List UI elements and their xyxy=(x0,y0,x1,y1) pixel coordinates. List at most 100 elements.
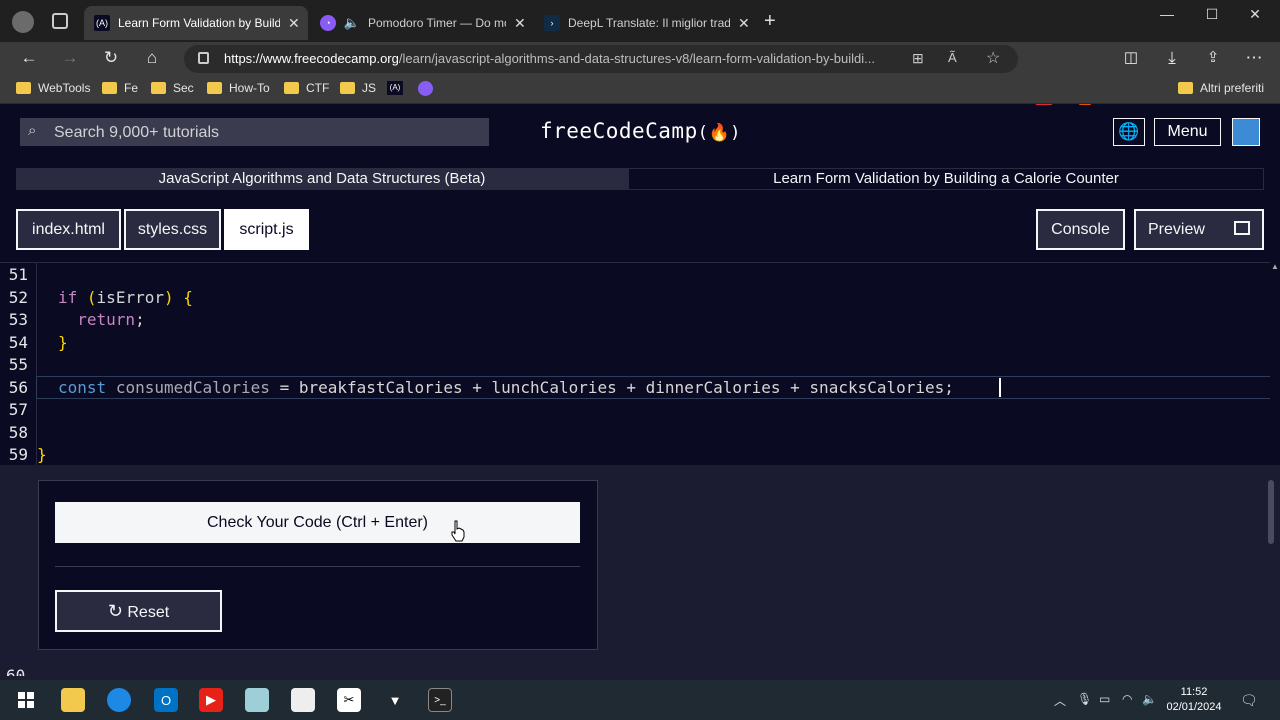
edge-icon[interactable] xyxy=(107,688,131,712)
gitlab-icon[interactable]: ▼ xyxy=(383,688,407,712)
gutter-divider xyxy=(36,263,37,466)
avatar[interactable] xyxy=(1232,118,1260,146)
line-number: 59 xyxy=(8,445,28,464)
terminal-icon[interactable]: >_ xyxy=(428,688,452,712)
breadcrumb-project[interactable]: Learn Form Validation by Building a Calo… xyxy=(628,168,1264,190)
bookmarks-bar: WebTools Fe Sec How-To CTF JS (A) Altri … xyxy=(0,74,1280,104)
reset-button[interactable]: ↻ Reset xyxy=(55,590,222,632)
back-icon[interactable]: ← xyxy=(17,46,41,70)
file-icon[interactable] xyxy=(291,688,315,712)
line-number: 53 xyxy=(8,310,28,329)
profile-avatar[interactable] xyxy=(12,11,34,33)
bookmark-freecodecamp[interactable]: (A) xyxy=(387,81,403,95)
reload-icon[interactable]: ↻ xyxy=(99,46,123,70)
bookmark-how-to[interactable]: How-To xyxy=(207,81,270,95)
folder-icon xyxy=(207,82,222,94)
popout-icon[interactable] xyxy=(1234,221,1250,235)
code-line-59: } xyxy=(37,445,47,464)
line-number: 54 xyxy=(8,333,28,352)
editor-scrollbar[interactable]: ▲ xyxy=(1270,262,1280,465)
battery-icon[interactable]: ▭ xyxy=(1099,692,1110,706)
console-button[interactable]: Console xyxy=(1036,209,1125,250)
forward-icon[interactable]: → xyxy=(58,46,82,70)
code-token: const xyxy=(58,378,107,397)
code-editor[interactable]: 51 52 53 54 55 56 57 58 59 if (isError) … xyxy=(0,262,1280,466)
bookmark-ctf[interactable]: CTF xyxy=(284,81,329,95)
tab-styles-css[interactable]: styles.css xyxy=(124,209,221,250)
tab-actions-icon[interactable] xyxy=(52,13,68,29)
new-tab-button[interactable]: + xyxy=(764,10,776,33)
tab-index-html[interactable]: index.html xyxy=(16,209,121,250)
volume-icon[interactable]: 🔈 xyxy=(1142,692,1157,706)
folder-icon xyxy=(284,82,299,94)
lock-icon[interactable] xyxy=(198,52,209,64)
code-token: } xyxy=(58,333,68,352)
breadcrumb-course[interactable]: JavaScript Algorithms and Data Structure… xyxy=(16,168,628,190)
folder-icon xyxy=(340,82,355,94)
youtube-icon[interactable]: ▶ xyxy=(199,688,223,712)
scroll-up-icon[interactable]: ▲ xyxy=(1270,262,1280,271)
bookmark-pomodoro[interactable] xyxy=(418,81,433,96)
pomodoro-icon xyxy=(418,81,433,96)
freecodecamp-icon: (A) xyxy=(387,81,403,95)
line-number: 55 xyxy=(8,355,28,374)
wifi-icon[interactable]: ◠ xyxy=(1122,692,1132,706)
address-bar[interactable]: https://www.freecodecamp.org/learn/javas… xyxy=(184,45,1018,73)
text-cursor xyxy=(999,378,1001,397)
line-number: 57 xyxy=(8,400,28,419)
read-aloud-icon[interactable]: A᷉ xyxy=(948,50,957,65)
bookmark-js[interactable]: JS xyxy=(340,81,376,95)
more-icon[interactable]: ⋯ xyxy=(1242,46,1266,70)
windows-start-icon[interactable] xyxy=(14,688,38,712)
download-icon[interactable]: ⤓ xyxy=(1160,46,1184,70)
site-logo[interactable]: freeCodeCamp(🔥) xyxy=(540,119,741,143)
fcc-header: ⌕ Search 9,000+ tutorials freeCodeCamp(🔥… xyxy=(0,105,1280,160)
close-icon[interactable]: ✕ xyxy=(288,15,300,32)
notifications-icon[interactable]: 🗨 xyxy=(1240,692,1258,709)
page-scrollbar[interactable] xyxy=(1268,480,1274,544)
search-input[interactable]: ⌕ Search 9,000+ tutorials xyxy=(20,118,489,146)
tab-pomodoro[interactable]: ◔ 🔈 Pomodoro Timer — Do mo ✕ xyxy=(310,6,532,40)
taskbar-clock[interactable]: 11:52 02/01/2024 xyxy=(1160,685,1228,715)
freecodecamp-icon: (A) xyxy=(94,15,110,31)
window-close-icon[interactable]: ✕ xyxy=(1240,6,1270,23)
minimize-icon[interactable]: — xyxy=(1152,6,1182,22)
url-text: https://www.freecodecamp.org/learn/javas… xyxy=(224,51,875,66)
code-token: { xyxy=(183,288,193,307)
bookmark-sec[interactable]: Sec xyxy=(151,81,194,95)
close-icon[interactable]: ✕ xyxy=(514,15,526,32)
split-screen-icon[interactable]: ◫ xyxy=(1119,46,1143,70)
app-available-icon[interactable]: ⊞ xyxy=(912,50,924,67)
maximize-icon[interactable]: ☐ xyxy=(1197,6,1227,23)
tray-chevron-icon[interactable]: ︿ xyxy=(1054,692,1066,709)
share-icon[interactable]: ⇪ xyxy=(1201,46,1225,70)
tab-freecodecamp[interactable]: (A) Learn Form Validation by Buildin ✕ xyxy=(84,6,308,40)
globe-icon: 🌐 xyxy=(1118,122,1140,141)
tab-label: DeepL Translate: Il miglior tradut xyxy=(568,16,730,30)
speaker-icon[interactable]: 🔈 xyxy=(344,15,360,31)
bookmark-webtools[interactable]: WebTools xyxy=(16,81,90,95)
favorite-star-icon[interactable]: ☆ xyxy=(986,48,1000,68)
bookmark-fe[interactable]: Fe xyxy=(102,81,138,95)
notepad-icon[interactable] xyxy=(245,688,269,712)
close-icon[interactable]: ✕ xyxy=(738,15,750,32)
tab-script-js[interactable]: script.js xyxy=(224,209,309,250)
code-line-54: } xyxy=(58,333,68,352)
clock-date: 02/01/2024 xyxy=(1166,701,1222,713)
check-code-button[interactable]: Check Your Code (Ctrl + Enter) xyxy=(55,502,580,543)
capcut-icon[interactable]: ✂ xyxy=(337,688,361,712)
folder-icon xyxy=(16,82,31,94)
hand-cursor-icon xyxy=(451,520,465,542)
tab-deepl[interactable]: › DeepL Translate: Il miglior tradut ✕ xyxy=(534,6,756,40)
preview-button[interactable]: Preview xyxy=(1134,209,1264,250)
menu-button[interactable]: Menu xyxy=(1154,118,1221,146)
file-explorer-icon[interactable] xyxy=(61,688,85,712)
line-number: 56 xyxy=(8,378,28,397)
outlook-icon[interactable]: O xyxy=(154,688,178,712)
reset-label: Reset xyxy=(127,604,170,621)
microphone-icon[interactable]: 🎙 xyxy=(1077,692,1092,706)
language-button[interactable]: 🌐 xyxy=(1113,118,1145,146)
pomodoro-icon: ◔ xyxy=(320,15,336,31)
bookmark-other-favorites[interactable]: Altri preferiti xyxy=(1178,81,1264,95)
home-icon[interactable]: ⌂ xyxy=(140,46,164,70)
